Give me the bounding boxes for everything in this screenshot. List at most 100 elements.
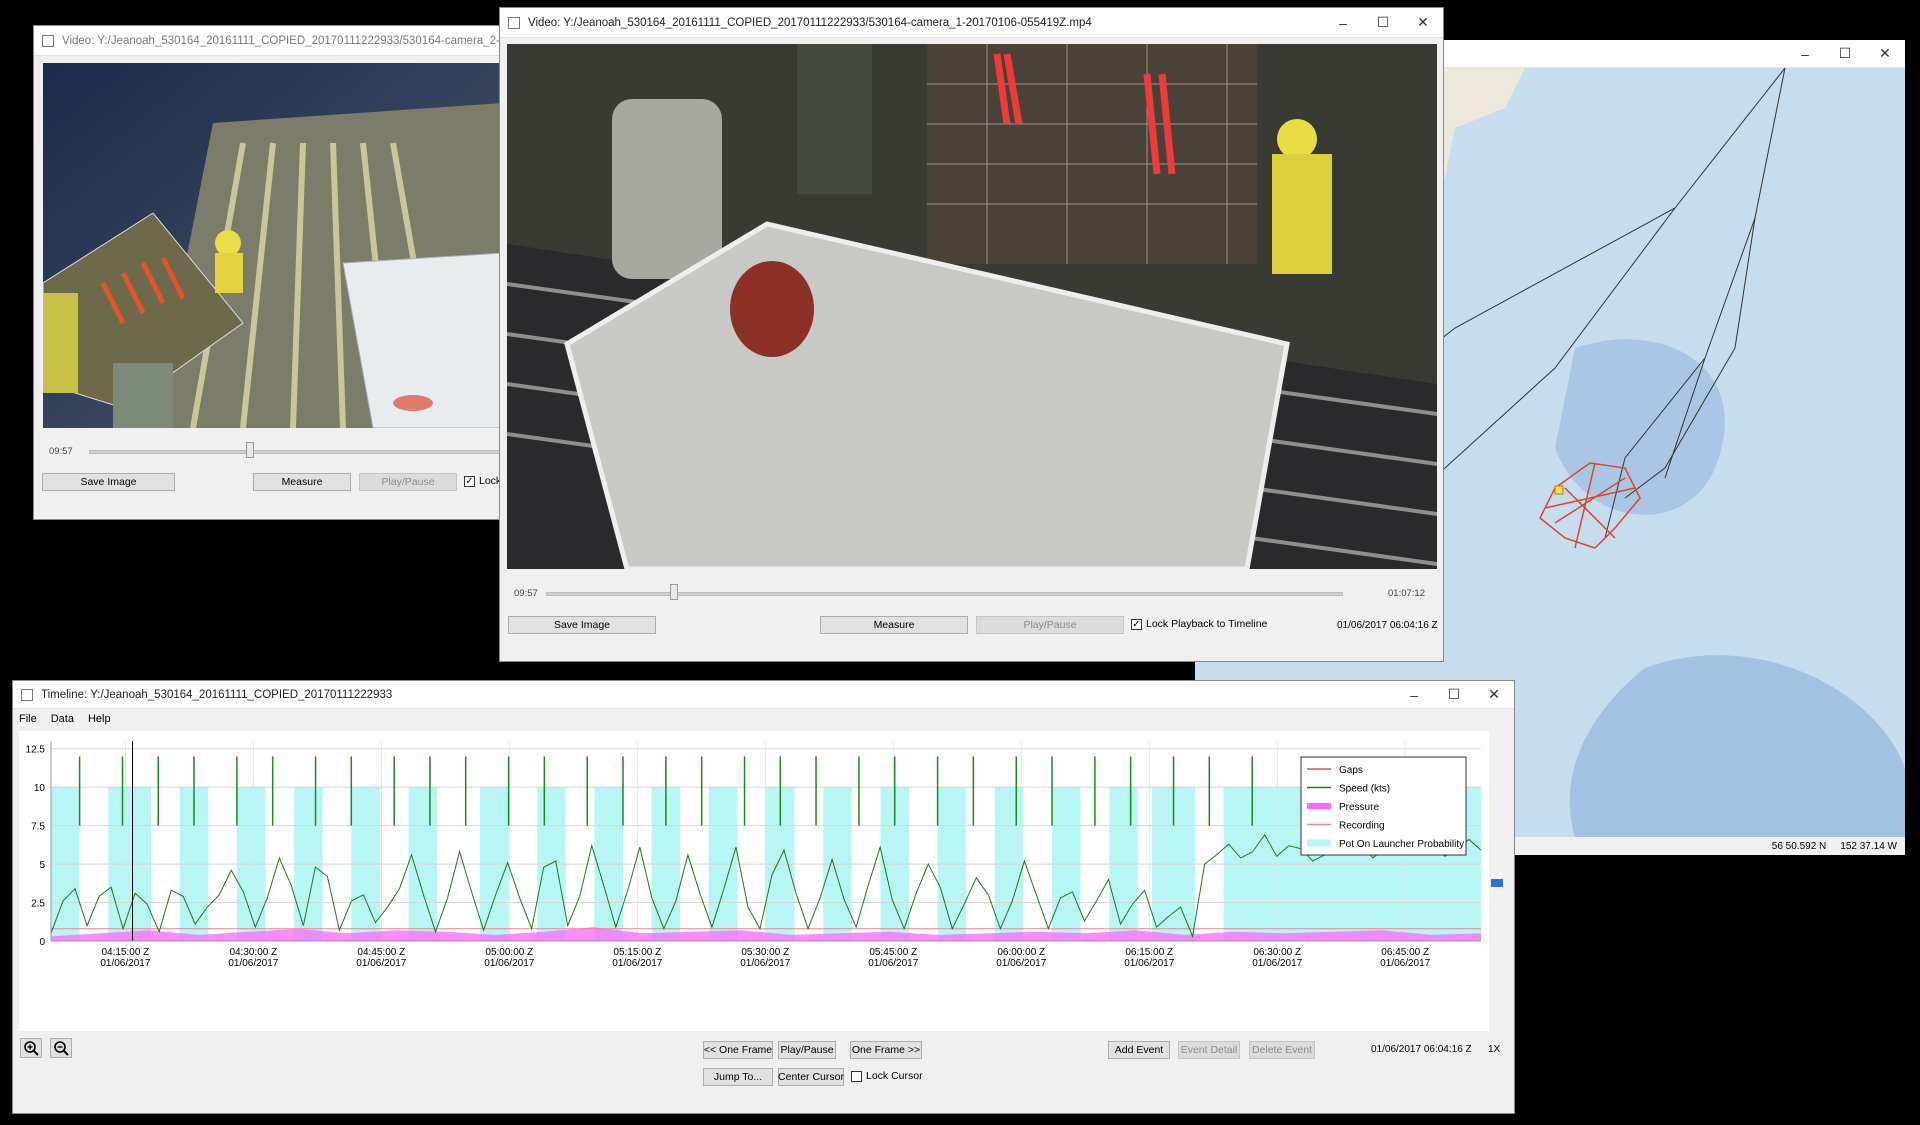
lock-playback-checkbox[interactable]: ✓ Lock Playback to Timeline [1131,618,1267,630]
legend-label: Recording [1339,821,1385,832]
bait-bucket [612,99,722,279]
scroll-marker[interactable] [1491,879,1503,887]
x-tick-date: 01/06/2017 [1124,958,1174,969]
previous-frame-button[interactable]: << One Frame [703,1041,773,1059]
x-tick-time: 05:30:00 Z [741,947,789,958]
checkbox-label: Lock Playback to Timeline [1146,618,1268,630]
menu-file[interactable]: File [19,713,37,725]
crew-member-right [1277,119,1317,159]
checkbox-box[interactable] [851,1070,862,1082]
maximize-icon[interactable]: ☐ [1434,681,1474,710]
timeline-window: Timeline: Y:/Jeanoah_530164_20161111_COP… [12,680,1515,1114]
video1-scrubber-handle[interactable] [670,584,678,600]
event-detail-button[interactable]: Event Detail [1178,1041,1240,1059]
vessel-position-marker [1554,485,1564,495]
x-tick-time: 06:00:00 Z [997,947,1045,958]
menu-data[interactable]: Data [51,713,74,725]
y-tick-label: 12.5 [26,745,46,756]
x-tick-date: 01/06/2017 [868,958,918,969]
legend-label: Pot On Launcher Probability [1339,839,1464,850]
save-image-button[interactable]: Save Image [42,473,175,491]
playback-speed: 1X [1488,1044,1501,1055]
app-icon [42,34,54,47]
zoom-out-button[interactable] [50,1038,72,1058]
x-tick-time: 06:45:00 Z [1381,947,1429,958]
checkbox-box[interactable]: ✓ [464,475,475,487]
timeline-titlebar: Timeline: Y:/Jeanoah_530164_20161111_COP… [13,681,1514,709]
center-cursor-button[interactable]: Center Cursor [778,1068,844,1086]
menu-bar: File Data Help [13,709,111,729]
checkbox-label: Lock Cursor [866,1070,923,1082]
play-pause-button[interactable]: Play/Pause [976,616,1124,634]
x-tick-time: 06:30:00 Z [1253,947,1301,958]
delete-event-button[interactable]: Delete Event [1249,1041,1315,1059]
measure-button[interactable]: Measure [253,473,351,491]
close-icon[interactable]: ✕ [1403,8,1443,38]
latitude-readout: 56 50.592 N [1771,840,1827,852]
play-pause-button[interactable]: Play/Pause [359,473,457,491]
jump-to-button[interactable]: Jump To... [703,1068,773,1086]
play-pause-button[interactable]: Play/Pause [778,1041,836,1059]
video2-time-start: 09:57 [49,446,73,457]
x-tick-date: 01/06/2017 [100,958,150,969]
crew-bottom [113,363,173,428]
y-tick-label: 10 [34,783,46,794]
catch [730,261,814,357]
video-frame[interactable] [507,44,1437,569]
y-tick-label: 5 [39,860,45,871]
crab-pots [927,44,1257,264]
next-frame-button[interactable]: One Frame >> [850,1041,922,1059]
crew-body [215,253,243,293]
zoom-out-icon [54,1041,69,1056]
x-tick-date: 01/06/2017 [996,958,1046,969]
minimize-icon[interactable]: – [1323,8,1363,38]
video-frame[interactable] [43,63,503,428]
close-icon[interactable]: ✕ [1474,681,1514,710]
lock-playback-checkbox[interactable]: ✓ Lock [464,475,501,487]
measure-button[interactable]: Measure [820,616,968,634]
app-icon [508,16,520,29]
video1-timestamp: 01/06/2017 06:04:16 Z [1337,620,1438,631]
legend-label: Pressure [1339,802,1379,813]
crew-left [43,293,78,393]
video1-titlebar: Video: Y:/Jeanoah_530164_20161111_COPIED… [500,8,1443,38]
menu-help[interactable]: Help [88,713,111,725]
checkbox-label: Lock [479,475,502,487]
zoom-in-icon [24,1041,39,1056]
video-window-camera-1: Video: Y:/Jeanoah_530164_20161111_COPIED… [499,7,1444,662]
minimize-icon[interactable]: – [1785,40,1825,69]
catch [393,395,433,411]
video2-scrubber-handle[interactable] [246,442,254,458]
video1-scrubber[interactable] [546,592,1343,596]
window-title: Timeline: Y:/Jeanoah_530164_20161111_COP… [41,688,393,701]
x-tick-time: 06:15:00 Z [1125,947,1173,958]
y-tick-label: 7.5 [31,822,45,833]
window-title: Video: Y:/Jeanoah_530164_20161111_COPIED… [528,16,1092,29]
x-tick-date: 01/06/2017 [1252,958,1302,969]
maximize-icon[interactable]: ☐ [1825,40,1865,69]
x-tick-time: 04:15:00 Z [101,947,149,958]
y-tick-label: 2.5 [31,899,45,910]
save-image-button[interactable]: Save Image [508,616,656,634]
video-window-camera-2: Video: Y:/Jeanoah_530164_20161111_COPIED… [33,25,513,520]
x-tick-date: 01/06/2017 [1380,958,1430,969]
close-icon[interactable]: ✕ [1865,40,1905,69]
minimize-icon[interactable]: – [1394,681,1434,710]
video1-time-start: 09:57 [514,588,538,599]
window-title: Video: Y:/Jeanoah_530164_20161111_COPIED… [62,34,512,47]
x-tick-time: 05:00:00 Z [485,947,533,958]
timeline-timestamp: 01/06/2017 06:04:16 Z [1371,1044,1472,1055]
x-tick-date: 01/06/2017 [740,958,790,969]
zoom-in-button[interactable] [20,1038,42,1058]
lock-cursor-checkbox[interactable]: Lock Cursor [851,1070,923,1082]
vertical-scrollbar[interactable] [1488,731,1506,1021]
add-event-button[interactable]: Add Event [1108,1041,1170,1059]
timeline-chart[interactable]: 12.5107.552.5004:15:00 Z01/06/201704:30:… [19,731,1489,1031]
x-tick-time: 04:30:00 Z [229,947,277,958]
video1-time-end: 01:07:12 [1388,588,1425,599]
checkbox-box[interactable]: ✓ [1131,618,1142,630]
video2-scrubber[interactable] [89,450,511,454]
maximize-icon[interactable]: ☐ [1363,8,1403,38]
longitude-readout: 152 37.14 W [1840,840,1897,852]
x-tick-time: 05:45:00 Z [869,947,917,958]
